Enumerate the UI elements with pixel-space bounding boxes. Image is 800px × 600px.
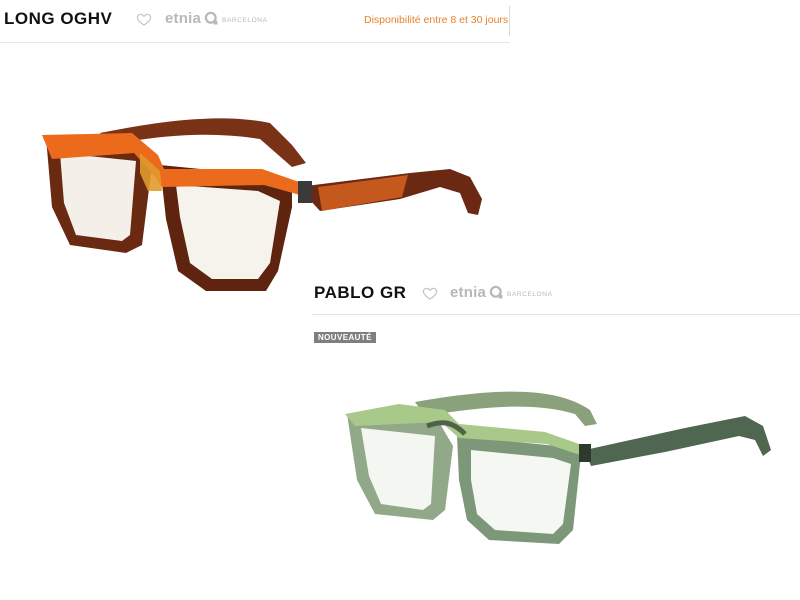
brand-name: etnia bbox=[450, 284, 487, 301]
brand-logo: etnia BARCELONA bbox=[165, 10, 268, 27]
brand-city: BARCELONA bbox=[222, 16, 268, 24]
right-lens bbox=[471, 450, 571, 534]
new-badge: NOUVEAUTÉ bbox=[314, 332, 376, 343]
near-temple bbox=[585, 416, 771, 466]
hinge bbox=[579, 444, 591, 462]
heart-icon[interactable] bbox=[136, 11, 152, 27]
divider bbox=[509, 6, 510, 36]
etnia-logo-ring-icon bbox=[204, 11, 218, 25]
brand-logo: etnia BARCELONA bbox=[450, 284, 553, 301]
hinge bbox=[298, 181, 312, 203]
product-image-long-oghv[interactable] bbox=[30, 95, 500, 305]
brand-name: etnia bbox=[165, 10, 202, 27]
product-title[interactable]: LONG OGHV bbox=[4, 9, 112, 29]
product-title[interactable]: PABLO GR bbox=[314, 283, 406, 303]
etnia-logo-ring-icon bbox=[489, 285, 503, 299]
brand-city: BARCELONA bbox=[507, 290, 553, 298]
availability-text: Disponibilité entre 8 et 30 jours bbox=[364, 14, 509, 26]
product-image-pablo-gr[interactable] bbox=[335, 380, 780, 550]
divider bbox=[312, 314, 800, 315]
heart-icon[interactable] bbox=[422, 285, 438, 301]
